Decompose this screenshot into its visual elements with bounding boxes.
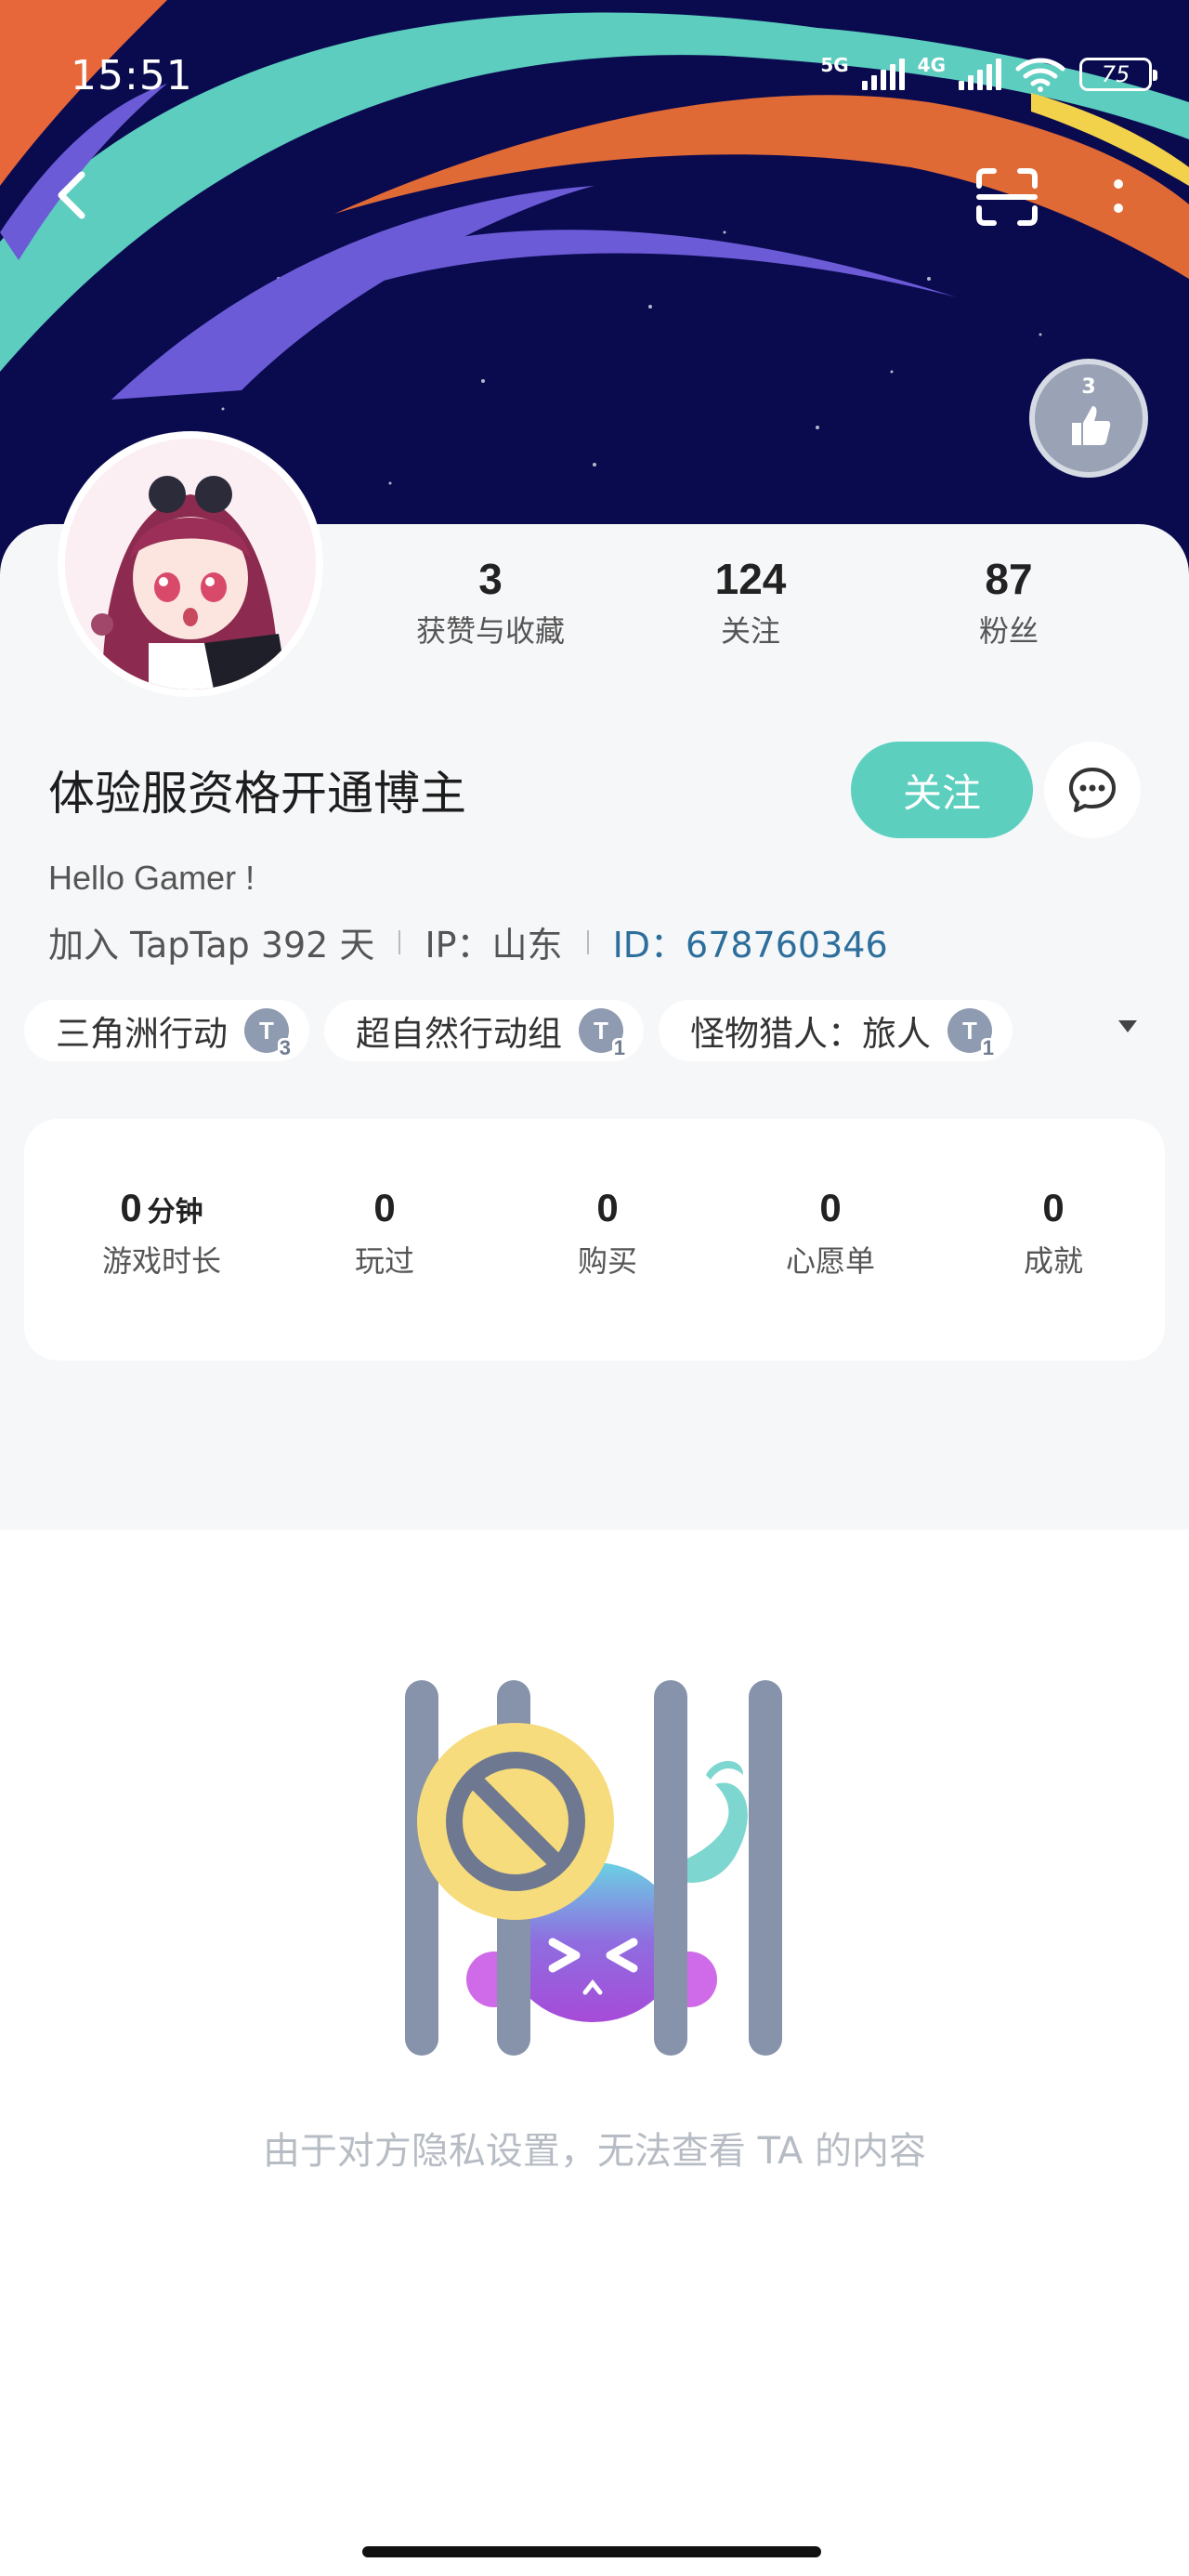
chat-bubble-icon <box>1069 768 1116 812</box>
game-stat-purchased-value: 0 <box>596 1186 619 1229</box>
ip-location: IP：山东 <box>425 925 563 966</box>
status-time: 15:51 <box>71 52 193 99</box>
game-stat-wishlist[interactable]: 0 心愿单 <box>728 1186 933 1281</box>
medal-count: 3 <box>1081 375 1096 399</box>
battery-icon: 75 <box>1079 58 1157 91</box>
game-tag[interactable]: 怪物猎人：旅人 T1 <box>659 1000 1013 1061</box>
meta-divider <box>586 929 589 954</box>
avatar-image <box>65 439 316 690</box>
taptap-level-icon: T1 <box>579 1008 627 1058</box>
game-stat-playtime-value: 0 分钟 <box>59 1186 264 1230</box>
game-stat-playtime-label: 游戏时长 <box>101 1243 221 1279</box>
privacy-message: 由于对方隐私设置，无法查看 TA 的内容 <box>262 2130 927 2173</box>
avatar[interactable] <box>58 431 323 697</box>
game-stat-achievements[interactable]: 0 成就 <box>951 1186 1156 1281</box>
game-tag-label: 超自然行动组 <box>356 1014 562 1054</box>
signal-4g-icon <box>959 59 1001 90</box>
game-stat-played[interactable]: 0 玩过 <box>282 1186 487 1281</box>
playtime-unit: 分钟 <box>147 1197 203 1228</box>
game-tag[interactable]: 三角洲行动 T3 <box>24 1000 309 1061</box>
stat-following[interactable]: 124 关注 <box>630 554 871 651</box>
network-4g-label: 4G <box>917 54 946 76</box>
back-icon[interactable] <box>46 167 102 223</box>
home-indicator[interactable] <box>362 2546 821 2557</box>
game-stat-played-label: 玩过 <box>354 1243 414 1279</box>
game-stat-purchased[interactable]: 0 购买 <box>505 1186 710 1281</box>
signal-5g-icon <box>861 59 905 90</box>
game-tag-label: 三角洲行动 <box>56 1014 228 1054</box>
game-tag-label: 怪物猎人：旅人 <box>690 1014 931 1054</box>
tag-level: 3 <box>277 1036 293 1059</box>
follow-button[interactable]: 关注 <box>851 742 1033 838</box>
playtime-number: 0 <box>120 1186 142 1229</box>
medal-badge[interactable]: 3 <box>1029 359 1148 478</box>
stat-following-label: 关注 <box>720 613 780 649</box>
game-stat-playtime[interactable]: 0 分钟 游戏时长 <box>59 1186 264 1281</box>
stat-following-value: 124 <box>714 555 787 603</box>
game-stat-played-value: 0 <box>373 1186 396 1229</box>
thumbs-up-icon <box>1072 406 1111 445</box>
network-5g-label: 5G <box>820 54 849 76</box>
tag-level: 1 <box>611 1036 627 1059</box>
game-stats-card: 0 分钟 游戏时长 0 玩过 0 购买 0 心愿单 0 成就 <box>24 1119 1165 1360</box>
avatar-illustration <box>65 439 316 690</box>
game-stat-achievements-label: 成就 <box>1023 1243 1083 1279</box>
profile-bio: Hello Gamer ! <box>48 859 255 897</box>
game-tags: 三角洲行动 T3 超自然行动组 T1 怪物猎人：旅人 T1 <box>24 1000 1013 1061</box>
game-stat-wishlist-label: 心愿单 <box>785 1243 875 1279</box>
tag-level: 1 <box>980 1036 996 1059</box>
meta-divider <box>399 929 401 954</box>
joined-days: 加入 TapTap 392 天 <box>48 925 375 966</box>
taptap-level-icon: T1 <box>947 1008 996 1058</box>
message-button[interactable] <box>1044 742 1141 838</box>
scan-icon[interactable] <box>975 167 1039 227</box>
wifi-icon <box>1015 58 1065 92</box>
game-stat-achievements-value: 0 <box>1042 1186 1065 1229</box>
stat-followers-value: 87 <box>985 555 1033 603</box>
stat-likes[interactable]: 3 获赞与收藏 <box>370 554 611 651</box>
stat-likes-label: 获赞与收藏 <box>415 613 565 649</box>
game-tag[interactable]: 超自然行动组 T1 <box>324 1000 644 1061</box>
game-stat-purchased-label: 购买 <box>577 1243 637 1279</box>
game-stat-wishlist-value: 0 <box>819 1186 842 1229</box>
profile-name: 体验服资格开通博主 <box>48 767 466 821</box>
taptap-level-icon: T3 <box>244 1008 293 1058</box>
stat-followers-label: 粉丝 <box>978 613 1039 649</box>
status-icons: 5G 4G 75 <box>820 54 1157 93</box>
tags-expand-icon[interactable] <box>1118 1020 1137 1032</box>
more-vertical-icon[interactable] <box>1100 169 1137 225</box>
profile-meta: 加入 TapTap 392 天 IP：山东 ID：678760346 <box>48 916 888 967</box>
stat-followers[interactable]: 87 粉丝 <box>888 554 1130 651</box>
user-id[interactable]: ID：678760346 <box>613 916 888 967</box>
privacy-locked-illustration <box>405 1680 782 2056</box>
stat-likes-value: 3 <box>478 555 503 603</box>
